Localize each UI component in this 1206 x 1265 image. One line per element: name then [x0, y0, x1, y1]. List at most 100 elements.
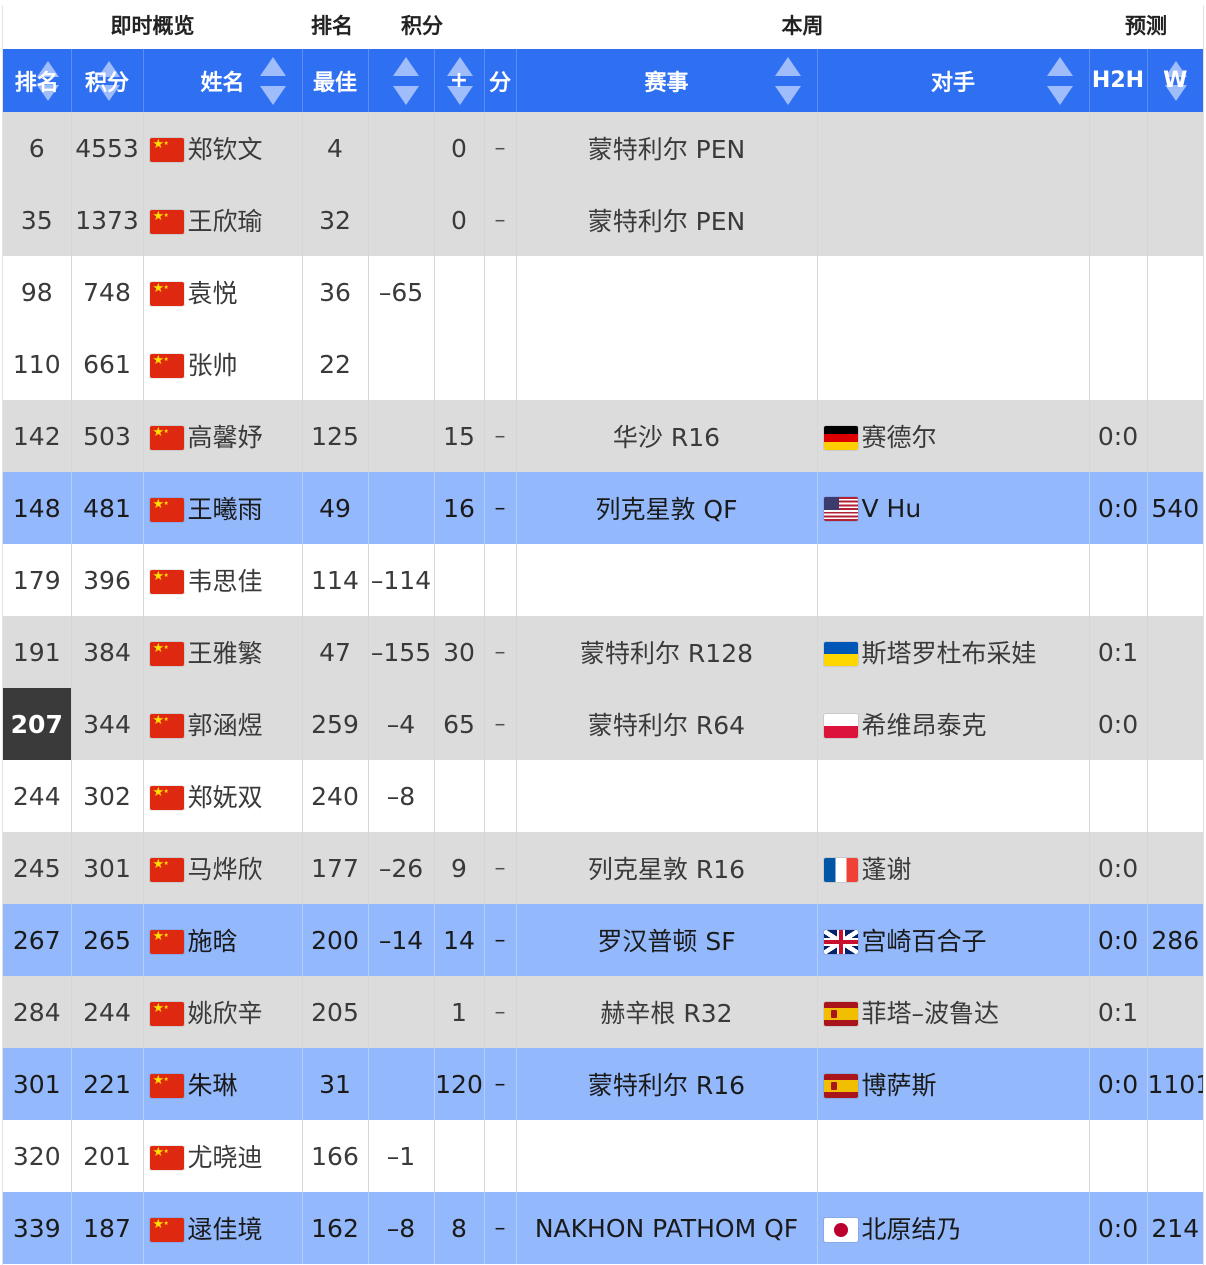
opponent-cell[interactable]	[817, 184, 1090, 256]
table-row[interactable]: 267265 施晗 200–1414–罗汉普顿 SF 宫崎百合子 0:0286	[3, 904, 1203, 976]
player-name[interactable]: 逯佳境	[188, 1215, 263, 1244]
player-name[interactable]: 张帅	[188, 351, 238, 380]
player-name[interactable]: 郑妩双	[188, 783, 263, 812]
player-name[interactable]: 韦思佳	[188, 567, 263, 596]
player-name-cell[interactable]: 郑钦文	[143, 112, 303, 184]
opponent-cell[interactable]: 斯塔罗杜布采娃	[817, 616, 1090, 688]
opponent-name[interactable]: 斯塔罗杜布采娃	[862, 639, 1037, 668]
event-cell[interactable]: 列克星敦 R16	[516, 832, 818, 904]
player-name[interactable]: 王雅繁	[188, 639, 263, 668]
event-cell[interactable]: 列克星敦 QF	[516, 472, 818, 544]
player-name[interactable]: 施晗	[188, 927, 238, 956]
opponent-cell[interactable]: 蓬谢	[817, 832, 1090, 904]
col-opponent[interactable]: 对手	[817, 49, 1090, 112]
player-name-cell[interactable]: 袁悦	[143, 256, 303, 328]
event-cell[interactable]: 蒙特利尔 PEN	[516, 184, 818, 256]
col-event[interactable]: 赛事	[516, 49, 818, 112]
player-name-cell[interactable]: 郭涵煜	[143, 688, 303, 760]
player-name[interactable]: 王欣瑜	[188, 207, 263, 236]
player-name[interactable]: 郑钦文	[188, 135, 263, 164]
opponent-cell[interactable]	[817, 328, 1090, 400]
player-name-cell[interactable]: 张帅	[143, 328, 303, 400]
opponent-cell[interactable]: 赛德尔	[817, 400, 1090, 472]
opponent-cell[interactable]	[817, 544, 1090, 616]
opponent-cell[interactable]	[817, 112, 1090, 184]
opponent-cell[interactable]	[817, 760, 1090, 832]
table-row[interactable]: 284244 姚欣辛 205 1–赫辛根 R32 菲塔–波鲁达 0:1	[3, 976, 1203, 1048]
table-row[interactable]: 148481 王曦雨 49 16–列克星敦 QF V Hu 0:0540	[3, 472, 1203, 544]
table-row[interactable]: 179396 韦思佳 114–114	[3, 544, 1203, 616]
event-cell[interactable]	[516, 544, 818, 616]
opponent-name[interactable]: 菲塔–波鲁达	[862, 999, 1000, 1028]
table-row[interactable]: 98748 袁悦 36–65	[3, 256, 1203, 328]
event-cell[interactable]: 赫辛根 R32	[516, 976, 818, 1048]
opponent-cell[interactable]: V Hu	[817, 472, 1090, 544]
col-change[interactable]	[368, 49, 435, 112]
table-row[interactable]: 244302 郑妩双 240–8	[3, 760, 1203, 832]
opponent-name[interactable]: 希维昂泰克	[862, 711, 987, 740]
player-name[interactable]: 姚欣辛	[188, 999, 263, 1028]
player-name[interactable]: 郭涵煜	[188, 711, 263, 740]
player-name[interactable]: 尤晓迪	[188, 1143, 263, 1172]
table-row[interactable]: 207344 郭涵煜 259–465–蒙特利尔 R64 希维昂泰克 0:0	[3, 688, 1203, 760]
event-cell[interactable]	[516, 256, 818, 328]
player-name-cell[interactable]: 朱琳	[143, 1048, 303, 1120]
player-name-cell[interactable]: 马烨欣	[143, 832, 303, 904]
table-row[interactable]: 142503 高馨妤 125 15–华沙 R16 赛德尔 0:0	[3, 400, 1203, 472]
col-name[interactable]: 姓名	[143, 49, 303, 112]
player-name[interactable]: 朱琳	[188, 1071, 238, 1100]
player-name[interactable]: 高馨妤	[188, 423, 263, 452]
event-cell[interactable]	[516, 1120, 818, 1192]
opponent-name[interactable]: 博萨斯	[862, 1071, 937, 1100]
event-cell[interactable]: 蒙特利尔 R128	[516, 616, 818, 688]
event-cell[interactable]: 蒙特利尔 R16	[516, 1048, 818, 1120]
player-name[interactable]: 袁悦	[188, 279, 238, 308]
opponent-cell[interactable]: 菲塔–波鲁达	[817, 976, 1090, 1048]
table-row[interactable]: 110661 张帅 22	[3, 328, 1203, 400]
opponent-cell[interactable]: 希维昂泰克	[817, 688, 1090, 760]
event-cell[interactable]: 华沙 R16	[516, 400, 818, 472]
table-row[interactable]: 64553 郑钦文 40–蒙特利尔 PEN	[3, 112, 1203, 184]
event-cell[interactable]	[516, 760, 818, 832]
flag-cn-icon	[149, 354, 184, 378]
event-cell[interactable]: 罗汉普顿 SF	[516, 904, 818, 976]
player-name[interactable]: 王曦雨	[188, 495, 263, 524]
opponent-cell[interactable]	[817, 256, 1090, 328]
table-row[interactable]: 339187 逯佳境 162–88–NAKHON PATHOM QF 北原结乃 0:02…	[3, 1192, 1203, 1264]
col-plus[interactable]: +	[434, 49, 485, 112]
opponent-cell[interactable]: 宫崎百合子	[817, 904, 1090, 976]
player-name-cell[interactable]: 郑妩双	[143, 760, 303, 832]
opponent-cell[interactable]	[817, 1120, 1090, 1192]
player-name-cell[interactable]: 王曦雨	[143, 472, 303, 544]
opponent-cell[interactable]: 北原结乃	[817, 1192, 1090, 1264]
col-points[interactable]: 积分	[71, 49, 144, 112]
table-row[interactable]: 320201 尤晓迪 166–1	[3, 1120, 1203, 1192]
opponent-name[interactable]: V Hu	[862, 494, 922, 523]
opponent-name[interactable]: 赛德尔	[862, 423, 937, 452]
player-name-cell[interactable]: 韦思佳	[143, 544, 303, 616]
player-name-cell[interactable]: 施晗	[143, 904, 303, 976]
col-best[interactable]: 最佳	[302, 49, 369, 112]
opponent-name[interactable]: 宫崎百合子	[862, 927, 987, 956]
opponent-name[interactable]: 北原结乃	[862, 1215, 962, 1244]
table-row[interactable]: 351373 王欣瑜 32 0–蒙特利尔 PEN	[3, 184, 1203, 256]
player-name[interactable]: 马烨欣	[188, 855, 263, 884]
player-name-cell[interactable]: 姚欣辛	[143, 976, 303, 1048]
player-name-cell[interactable]: 王雅繁	[143, 616, 303, 688]
opponent-cell[interactable]: 博萨斯	[817, 1048, 1090, 1120]
event-cell[interactable]: 蒙特利尔 R64	[516, 688, 818, 760]
player-name-cell[interactable]: 王欣瑜	[143, 184, 303, 256]
player-name-cell[interactable]: 逯佳境	[143, 1192, 303, 1264]
event-cell[interactable]: NAKHON PATHOM QF	[516, 1192, 818, 1264]
opponent-name[interactable]: 蓬谢	[862, 855, 912, 884]
table-row[interactable]: 191384 王雅繁 47–15530–蒙特利尔 R128 斯塔罗杜布采娃 0:1	[3, 616, 1203, 688]
event-cell[interactable]	[516, 328, 818, 400]
col-w[interactable]: W	[1147, 49, 1203, 112]
player-name-cell[interactable]: 尤晓迪	[143, 1120, 303, 1192]
player-name-cell[interactable]: 高馨妤	[143, 400, 303, 472]
event-cell[interactable]: 蒙特利尔 PEN	[516, 112, 818, 184]
table-row[interactable]: 245301 马烨欣 177–269–列克星敦 R16 蓬谢 0:0	[3, 832, 1203, 904]
table-row[interactable]: 301221 朱琳 31 120–蒙特利尔 R16 博萨斯 0:01101	[3, 1048, 1203, 1120]
col-h2h[interactable]: H2H	[1089, 49, 1148, 112]
col-rank[interactable]: 排名	[3, 49, 72, 112]
